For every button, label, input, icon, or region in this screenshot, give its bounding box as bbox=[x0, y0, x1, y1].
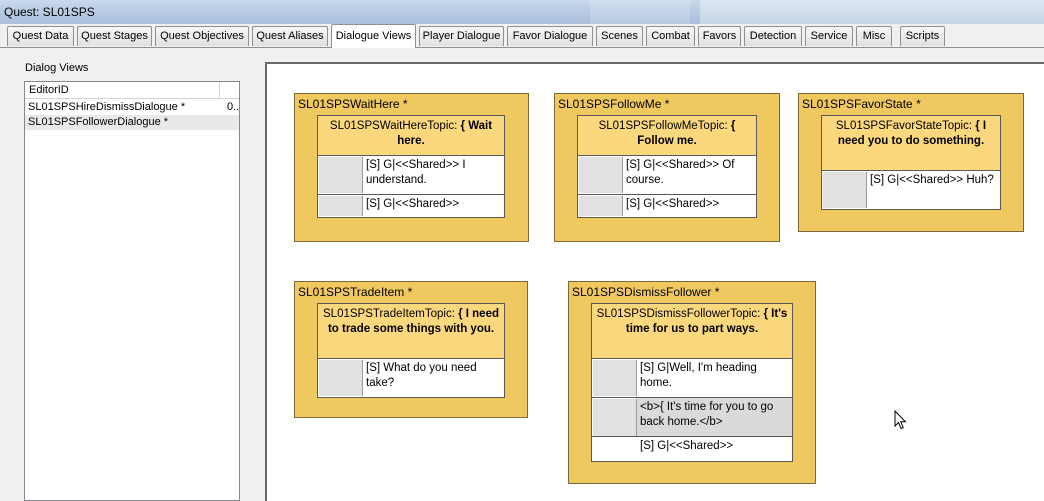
list-item-editorid: SL01SPSFollowerDialogue * bbox=[28, 116, 169, 128]
tab-scenes[interactable]: Scenes bbox=[596, 26, 643, 46]
response-text: [S] G|<<Shared>> bbox=[366, 198, 460, 210]
response-thumb bbox=[319, 196, 363, 216]
response-text: [S] G|Well, I'm heading home. bbox=[640, 362, 757, 389]
topic-node[interactable]: SL01SPSFollowMeTopic: { Follow me. bbox=[577, 115, 757, 157]
response-row[interactable]: [S] G|<<Shared>> Huh? bbox=[821, 170, 1001, 210]
response-thumb bbox=[319, 157, 363, 193]
topic-name: SL01SPSFollowMeTopic: bbox=[598, 120, 728, 132]
topic-name: SL01SPSTradeItemTopic: bbox=[323, 308, 455, 320]
branch-title: SL01SPSDismissFollower * bbox=[572, 285, 720, 299]
dialog-views-list[interactable]: EditorID SL01SPSHireDismissDialogue * 0.… bbox=[24, 81, 240, 501]
dialogue-branch[interactable]: SL01SPSFollowMe * SL01SPSFollowMeTopic: … bbox=[554, 93, 780, 242]
list-item-extra: 0... bbox=[227, 101, 240, 113]
title-bar-highlight bbox=[700, 0, 1044, 24]
response-text: [S] What do you need take? bbox=[366, 362, 477, 389]
response-text: [S] G|<<Shared>> bbox=[626, 198, 720, 210]
tab-player-dialogue[interactable]: Player Dialogue bbox=[419, 26, 504, 46]
topic-name: SL01SPSDismissFollowerTopic: bbox=[596, 308, 761, 320]
response-thumb bbox=[319, 360, 363, 396]
tab-quest-data[interactable]: Quest Data bbox=[7, 26, 74, 46]
response-thumb bbox=[823, 172, 867, 208]
tab-favors[interactable]: Favors bbox=[698, 26, 741, 46]
response-row[interactable]: [S] G|<<Shared>> bbox=[577, 194, 757, 218]
branch-title: SL01SPSFollowMe * bbox=[558, 97, 670, 111]
tab-quest-stages[interactable]: Quest Stages bbox=[77, 26, 152, 46]
branch-title: SL01SPSTradeItem * bbox=[298, 285, 413, 299]
tab-strip: Quest Data Quest Stages Quest Objectives… bbox=[0, 24, 1044, 48]
dialogue-branch[interactable]: SL01SPSFavorState * SL01SPSFavorStateTop… bbox=[798, 93, 1024, 232]
topic-node[interactable]: SL01SPSTradeItemTopic: { I need to trade… bbox=[317, 303, 505, 359]
response-row[interactable]: [S] G|<<Shared>> Of course. bbox=[577, 155, 757, 195]
list-item-editorid: SL01SPSHireDismissDialogue * bbox=[28, 101, 186, 113]
response-row[interactable]: <b>{ It's time for you to go back home.<… bbox=[591, 397, 793, 457]
topic-node[interactable]: SL01SPSWaitHereTopic: { Wait here. bbox=[317, 115, 505, 157]
title-bar-highlight bbox=[590, 0, 690, 24]
title-bar: Quest: SL01SPS bbox=[0, 0, 1044, 24]
list-header: EditorID bbox=[25, 82, 239, 99]
response-row[interactable]: [S] What do you need take? bbox=[317, 358, 505, 398]
tab-service[interactable]: Service bbox=[805, 26, 853, 46]
response-thumb bbox=[579, 196, 623, 216]
branch-title: SL01SPSWaitHere * bbox=[298, 97, 408, 111]
response-thumb bbox=[579, 157, 623, 193]
topic-node[interactable]: SL01SPSDismissFollowerTopic: { It's time… bbox=[591, 303, 793, 359]
tab-misc[interactable]: Misc bbox=[856, 26, 892, 46]
list-item[interactable]: SL01SPSFollowerDialogue * bbox=[25, 115, 239, 130]
response-thumb bbox=[593, 360, 637, 396]
tab-scripts[interactable]: Scripts bbox=[900, 26, 945, 46]
branch-title: SL01SPSFavorState * bbox=[802, 97, 921, 111]
editorid-column-header[interactable]: EditorID bbox=[25, 82, 220, 98]
response-text: [S] G|<<Shared>> Of course. bbox=[626, 159, 735, 186]
dialog-views-label: Dialog Views bbox=[25, 62, 89, 74]
response-text: [S] G|<<Shared>> bbox=[640, 440, 734, 452]
list-item[interactable]: SL01SPSHireDismissDialogue * 0... bbox=[25, 100, 239, 115]
topic-name: SL01SPSWaitHereTopic: bbox=[329, 120, 458, 132]
tab-combat[interactable]: Combat bbox=[646, 26, 695, 46]
tab-detection[interactable]: Detection bbox=[744, 26, 802, 46]
mouse-cursor-icon bbox=[894, 410, 907, 430]
response-row[interactable]: [S] G|Well, I'm heading home. bbox=[591, 358, 793, 398]
tab-favor-dialogue[interactable]: Favor Dialogue bbox=[507, 26, 593, 46]
response-text: [S] G|<<Shared>> I understand. bbox=[366, 159, 466, 186]
dialogue-branch[interactable]: SL01SPSWaitHere * SL01SPSWaitHereTopic: … bbox=[294, 93, 529, 242]
tab-dialogue-views[interactable]: Dialogue Views bbox=[331, 24, 416, 48]
response-row[interactable]: [S] G|<<Shared>> bbox=[317, 194, 505, 218]
dialogue-branch[interactable]: SL01SPSDismissFollower * SL01SPSDismissF… bbox=[568, 281, 816, 484]
second-column-header[interactable] bbox=[220, 82, 239, 98]
topic-name: SL01SPSFavorStateTopic: bbox=[835, 120, 973, 132]
response-text: [S] G|<<Shared>> Huh? bbox=[870, 174, 994, 186]
topic-node[interactable]: SL01SPSFavorStateTopic: { I need you to … bbox=[821, 115, 1001, 171]
response-text: <b>{ It's time for you to go back home.<… bbox=[640, 401, 774, 428]
response-row[interactable]: [S] G|<<Shared>> I understand. bbox=[317, 155, 505, 195]
response-row[interactable]: [S] G|<<Shared>> bbox=[591, 436, 793, 462]
dialogue-branch[interactable]: SL01SPSTradeItem * SL01SPSTradeItemTopic… bbox=[294, 281, 528, 418]
tab-quest-aliases[interactable]: Quest Aliases bbox=[252, 26, 328, 46]
window-title: Quest: SL01SPS bbox=[4, 5, 95, 19]
tab-quest-objectives[interactable]: Quest Objectives bbox=[155, 26, 249, 46]
